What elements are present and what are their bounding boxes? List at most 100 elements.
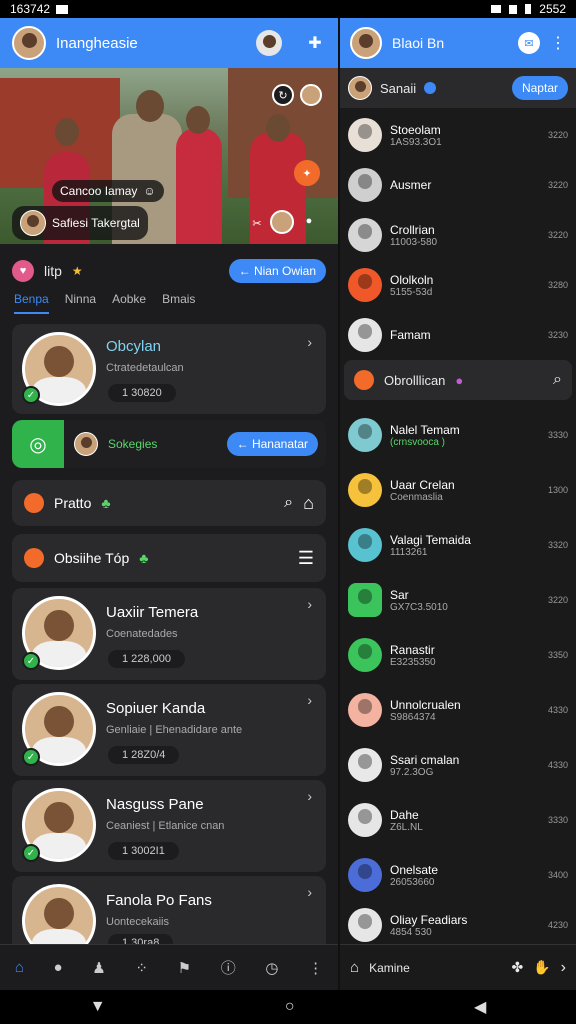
chevron-right-icon-2[interactable]: › [307, 788, 312, 804]
featured-name: Obcylan [106, 338, 162, 355]
recents-icon[interactable]: ◀ [474, 997, 486, 1017]
chevron-right-icon-0[interactable]: › [307, 596, 312, 612]
promo-button[interactable]: ← Hananatar [226, 432, 318, 456]
right-row-time-0: 3220 [547, 130, 568, 140]
chevron-right-icon[interactable]: › [307, 334, 312, 350]
profile-avatar[interactable] [12, 26, 46, 60]
right-brow-9[interactable]: Oliay Feadiars 4854 530 4230 [340, 900, 576, 950]
right-brow-time-8: 3400 [547, 870, 568, 880]
chat-bubble-icon[interactable]: ✉ [518, 32, 540, 54]
right-row-name-1: Ausmer [390, 178, 432, 192]
right-header: Blaoi Bn ✉ ⋮ [340, 18, 576, 68]
subbar-avatar [348, 76, 372, 100]
home-nav-icon[interactable]: ⌂ [15, 959, 24, 976]
people-nav-icon[interactable]: ♟ [92, 959, 105, 977]
photo-small-avatar[interactable] [270, 210, 294, 234]
right-brow-7[interactable]: Dahe Z6L.NL 3330 [340, 795, 576, 845]
battery-text: 2552 [539, 2, 566, 16]
tab-2[interactable]: Aobke [112, 292, 146, 314]
info-nav-icon[interactable]: ⓘ [221, 957, 236, 978]
list-header-label: Obsiihe Tóp [54, 550, 130, 566]
promo-avatar [74, 432, 98, 456]
right-row-name-0: Stoeolam [390, 122, 441, 137]
right-brow-0[interactable]: Nalel Temam (crnsvooca ) 3330 [340, 410, 576, 460]
photo-mic-icon[interactable]: ● [298, 210, 320, 232]
contact-chip-0: 1 228,000 [108, 650, 185, 668]
add-contact-icon[interactable]: ✚ [304, 32, 326, 54]
right-brow-8[interactable]: Onelsate 26053660 3400 [340, 850, 576, 900]
right-brow-5[interactable]: Unnolcrualen S9864374 4330 [340, 685, 576, 735]
store-icon[interactable]: ⌂ [350, 959, 359, 976]
right-brow-2[interactable]: Valagi Temaida 1113261 3320 [340, 520, 576, 570]
event-photo[interactable]: ↻ ✦ Cancoo Iamay ☺ Safiesi Takergtal ✂ ● [0, 68, 338, 244]
right-profile-avatar[interactable] [350, 27, 382, 59]
right-subbar: Sanaii Naptar [340, 68, 576, 108]
menu-icon[interactable]: ☰ [298, 548, 314, 569]
puzzle-icon[interactable]: ✤ [512, 959, 524, 976]
hand-icon[interactable]: ✋ [533, 959, 550, 976]
photo-caption-2[interactable]: Safiesi Takergtal [12, 206, 148, 240]
alarm-nav-icon[interactable]: ◷ [265, 959, 278, 977]
chevron-right-nav-icon[interactable]: › [561, 959, 566, 977]
right-brow-name-1: Uaar Crelan [390, 477, 455, 492]
right-row-2[interactable]: Crollrian 11003-580 3220 [340, 210, 576, 260]
contact-card-1[interactable]: ✓ Sopiuer Kanda Genliaie | Ehenadidare a… [12, 684, 326, 776]
home-icon[interactable]: ⌂ [303, 493, 314, 514]
chat-nav-icon[interactable]: ● [54, 959, 63, 976]
chevron-right-icon-1[interactable]: › [307, 692, 312, 708]
back-icon[interactable]: ▼ [90, 998, 106, 1016]
emoji-icon: ☺ [143, 184, 156, 198]
search-icon[interactable]: ⌕ [284, 494, 293, 512]
photo-badge-icon[interactable]: ✦ [294, 160, 320, 186]
right-brow-avatar-0 [348, 418, 382, 452]
photo-scissors-icon[interactable]: ✂ [246, 212, 268, 234]
contact-sub-1: Genliaie | Ehenadidare ante [106, 724, 243, 736]
photo-share-icon[interactable]: ↻ [272, 84, 294, 106]
contact-card-2[interactable]: ✓ Nasguss Pane Ceaniest | Etlanice cnan … [12, 780, 326, 872]
right-brow-time-2: 3320 [547, 540, 568, 550]
right-brow-time-1: 1300 [547, 485, 568, 495]
right-brow-sub-2: 1113261 [390, 546, 428, 558]
tab-3[interactable]: Bmais [162, 292, 195, 314]
contact-card-0[interactable]: ✓ Uaxiir Temera Coenatedades 1 228,000 › [12, 588, 326, 680]
right-row-3[interactable]: Ololkoln 5155-53d 3280 [340, 260, 576, 310]
right-brow-time-9: 4230 [547, 920, 568, 930]
promo-card[interactable]: ◎ Sokegies ← Hananatar [12, 420, 326, 468]
home-circle-icon[interactable]: ○ [285, 998, 295, 1016]
right-brow-3[interactable]: Sar GX7C3.5010 3220 [340, 575, 576, 625]
header-contact-avatar[interactable] [256, 30, 282, 56]
right-search-icon[interactable]: ⌕ [553, 371, 562, 389]
photo-caption-1[interactable]: Cancoo Iamay ☺ [52, 180, 164, 202]
photo-caption-1-text: Cancoo Iamay [60, 184, 138, 198]
crown-icon: ★ [71, 264, 83, 278]
right-brow-1[interactable]: Uaar Crelan Coenmaslia 1300 [340, 465, 576, 515]
tab-1[interactable]: Ninna [65, 292, 96, 314]
featured-chip: 1 30820 [108, 384, 176, 402]
right-row-4[interactable]: Famam 3230 [340, 310, 576, 360]
tab-0[interactable]: Benpa [14, 292, 49, 314]
photo-head-4 [266, 114, 290, 142]
more-nav-icon[interactable]: ⋮ [308, 959, 323, 977]
right-row-0[interactable]: Stoeolam 1AS93.3O1 3220 [340, 110, 576, 160]
orange-face-icon [24, 548, 44, 568]
right-group-header[interactable]: Obrolllican ● ⌕ [344, 360, 572, 400]
photo-avatar-icon[interactable] [300, 84, 322, 106]
grid-nav-icon[interactable]: ⁘ [135, 959, 148, 977]
overflow-icon[interactable]: ⋮ [550, 33, 566, 53]
chevron-right-icon-3[interactable]: › [307, 884, 312, 900]
flag-nav-icon[interactable]: ⚑ [178, 959, 191, 977]
promo-label: Sokegies [108, 437, 158, 451]
contact-sub-2: Ceaniest | Etlanice cnan [106, 820, 225, 832]
subbar-button[interactable]: Naptar [511, 76, 568, 100]
right-brow-6[interactable]: Ssari cmalan 97.2.3OG 4330 [340, 740, 576, 790]
promo-icon: ◎ [12, 420, 64, 468]
section-action-button[interactable]: ← Nian Owian [228, 259, 326, 283]
search-bar[interactable]: Pratto ♣ ⌕ ⌂ [12, 480, 326, 526]
section-title: litp [44, 263, 62, 279]
featured-card[interactable]: ✓ Obcylan Ctratedetaulcan 1 30820 › [12, 324, 326, 414]
group-badge-icon: ● [455, 372, 464, 388]
search-bar-label: Pratto [54, 495, 92, 511]
right-brow-4[interactable]: Ranastir E3235350 3350 [340, 630, 576, 680]
right-brow-avatar-5 [348, 693, 382, 727]
right-row-1[interactable]: Ausmer 3220 [340, 160, 576, 210]
